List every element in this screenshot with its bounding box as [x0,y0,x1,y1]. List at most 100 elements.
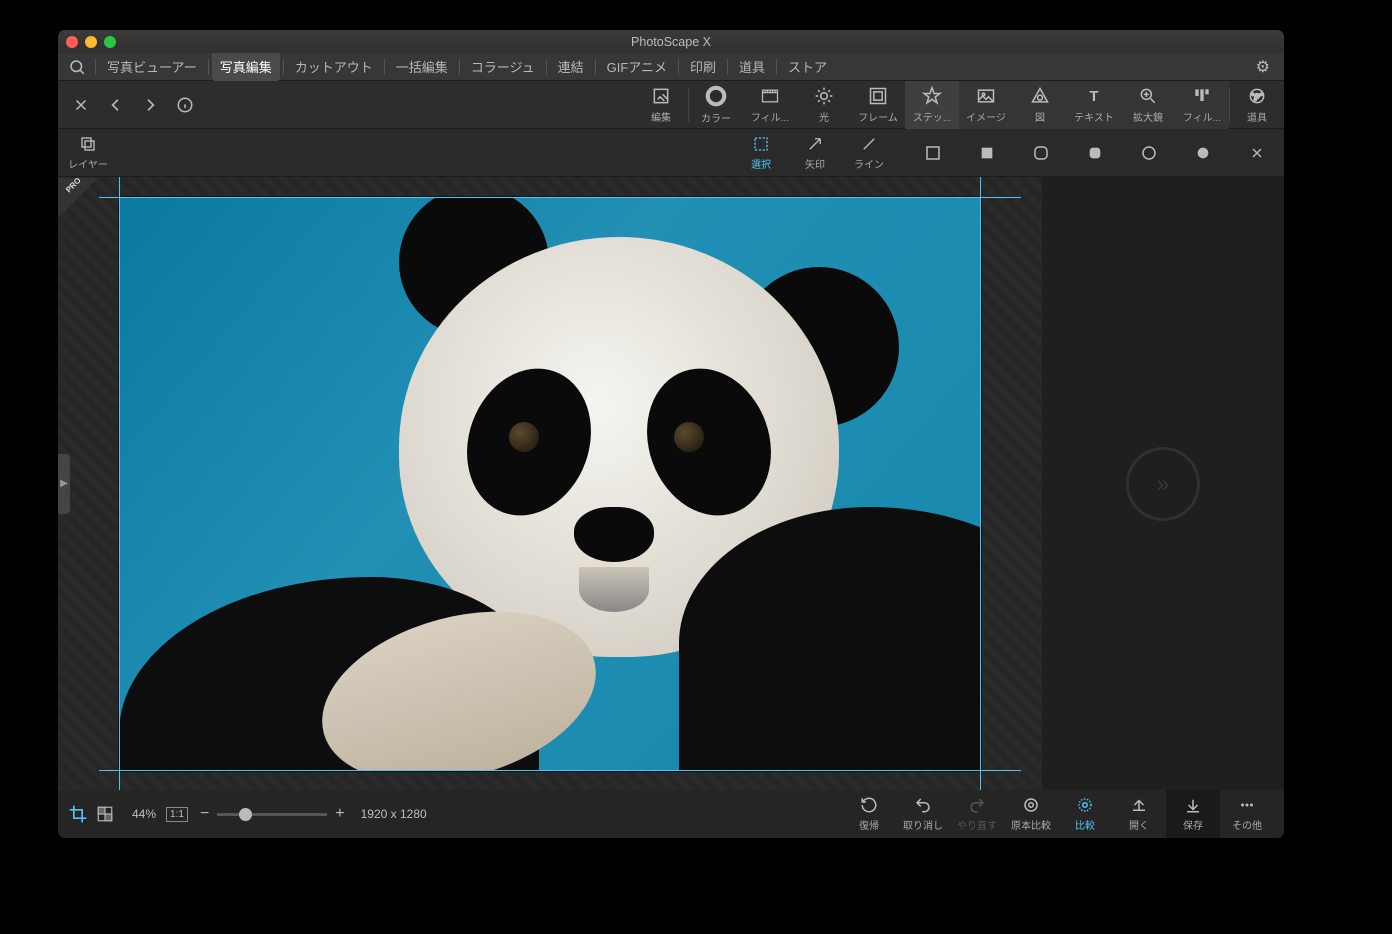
shape-row [906,129,1284,177]
shape-square-filled[interactable] [960,129,1014,177]
sub-toolbar: レイヤー 選択 矢印 ライン [58,129,1284,177]
tool-figure[interactable]: 図 [1013,81,1067,129]
tool-light-label: 光 [819,109,829,124]
canvas-image[interactable] [119,197,981,771]
tool-sticker[interactable]: ステッ... [905,81,959,129]
app-logo-icon[interactable] [66,56,88,78]
nav-gif[interactable]: GIFアニメ [599,52,675,81]
divider [727,59,728,75]
info-icon[interactable] [176,96,194,114]
zoom-slider[interactable]: − + [200,805,345,823]
divider [283,59,284,75]
layer-button[interactable]: レイヤー [58,135,118,171]
revert-label: 復帰 [859,817,879,832]
checker-icon[interactable] [96,805,114,823]
apply-button[interactable]: » [1126,447,1200,521]
subtool-arrow[interactable]: 矢印 [788,135,842,171]
zoom-minus-icon[interactable]: − [200,805,209,823]
subtool-line-label: ライン [854,156,884,171]
minimize-window-icon[interactable] [85,36,97,48]
tool-film-label: フィル... [751,109,789,124]
divider [546,59,547,75]
tool-tools[interactable]: 道具 [1230,81,1284,129]
divider [678,59,679,75]
tool-edit-label: 編集 [651,109,671,124]
close-window-icon[interactable] [66,36,78,48]
nav-tools[interactable]: 道具 [731,52,773,81]
nav-print[interactable]: 印刷 [682,52,724,81]
nav-editor[interactable]: 写真編集 [212,52,280,81]
zoom-thumb[interactable] [239,808,252,821]
zoom-plus-icon[interactable]: + [335,805,344,823]
save-button[interactable]: 保存 [1166,790,1220,838]
shape-square-outline[interactable] [906,129,960,177]
maximize-window-icon[interactable] [104,36,116,48]
nav-combine[interactable]: 連結 [550,52,592,81]
nav-store[interactable]: ストア [780,52,835,81]
prev-icon[interactable] [108,97,124,113]
nav-cutout[interactable]: カットアウト [287,52,381,81]
tool-film[interactable]: フィル... [743,81,797,129]
next-icon[interactable] [142,97,158,113]
tool-magnifier[interactable]: 拡大鏡 [1121,81,1175,129]
svg-text:T: T [1089,88,1098,105]
tool-light[interactable]: 光 [797,81,851,129]
app-window: PhotoScape X 写真ビューアー 写真編集 カットアウト 一括編集 コラ… [58,30,1284,838]
toolbar: 編集 カラー フィル... 光 フレーム ステッ... イメージ [58,81,1284,129]
more-button[interactable]: その他 [1220,796,1274,832]
redo-label: やり直す [957,817,997,832]
selection-guide-left [119,177,120,790]
window-title: PhotoScape X [631,35,711,49]
zoom-100-button[interactable]: 1:1 [166,807,188,822]
image-dimensions: 1920 x 1280 [361,807,427,821]
canvas-area[interactable]: PRO ▶ [58,177,1042,790]
subtool-select-label: 選択 [751,156,771,171]
subtool-line[interactable]: ライン [842,135,896,171]
insert-tool-group: ステッ... イメージ 図 T テキスト 拡大鏡 フィル... [905,81,1229,129]
undo-button[interactable]: 取り消し [896,796,950,832]
nav-batch[interactable]: 一括編集 [388,52,456,81]
tool-filter[interactable]: フィル... [1175,81,1229,129]
settings-icon[interactable]: ⚙ [1242,57,1284,77]
layer-label: レイヤー [68,156,108,171]
tool-color-label: カラー [701,110,731,125]
tool-color[interactable]: カラー [689,81,743,129]
shape-rounded-filled[interactable] [1068,129,1122,177]
zoom-value: 44% [132,807,156,821]
tool-image[interactable]: イメージ [959,81,1013,129]
crop-icon[interactable] [68,804,88,824]
nav-collage[interactable]: コラージュ [463,52,543,81]
shape-circle-filled[interactable] [1176,129,1230,177]
redo-button[interactable]: やり直す [950,796,1004,832]
compare-button[interactable]: 比較 [1058,796,1112,832]
tool-image-label: イメージ [966,109,1006,124]
compare-label: 比較 [1075,817,1095,832]
revert-button[interactable]: 復帰 [842,796,896,832]
tool-text[interactable]: T テキスト [1067,81,1121,129]
tool-frame[interactable]: フレーム [851,81,905,129]
selection-guide-right [980,177,981,790]
close-icon[interactable] [72,96,90,114]
sidebar-expand-handle[interactable]: ▶ [58,454,70,514]
compare-original-button[interactable]: 原本比較 [1004,796,1058,832]
shape-close-icon[interactable] [1230,129,1284,177]
shape-rounded-outline[interactable] [1014,129,1068,177]
nav-viewer[interactable]: 写真ビューアー [99,52,205,81]
shape-circle-outline[interactable] [1122,129,1176,177]
tool-edit[interactable]: 編集 [634,81,688,129]
subtool-select[interactable]: 選択 [734,135,788,171]
tool-figure-label: 図 [1035,109,1045,124]
subtool-arrow-label: 矢印 [805,156,825,171]
main-nav: 写真ビューアー 写真編集 カットアウト 一括編集 コラージュ 連結 GIFアニメ… [58,53,1284,81]
content-area: PRO ▶ [58,177,1284,790]
tool-sticker-label: ステッ... [913,109,951,124]
open-button[interactable]: 開く [1112,796,1166,832]
zoom-track[interactable] [217,813,327,816]
tool-tools-label: 道具 [1247,109,1267,124]
tool-filter-label: フィル... [1183,109,1221,124]
divider [595,59,596,75]
right-panel: » [1042,177,1284,790]
divider [776,59,777,75]
more-label: その他 [1232,817,1262,832]
divider [384,59,385,75]
